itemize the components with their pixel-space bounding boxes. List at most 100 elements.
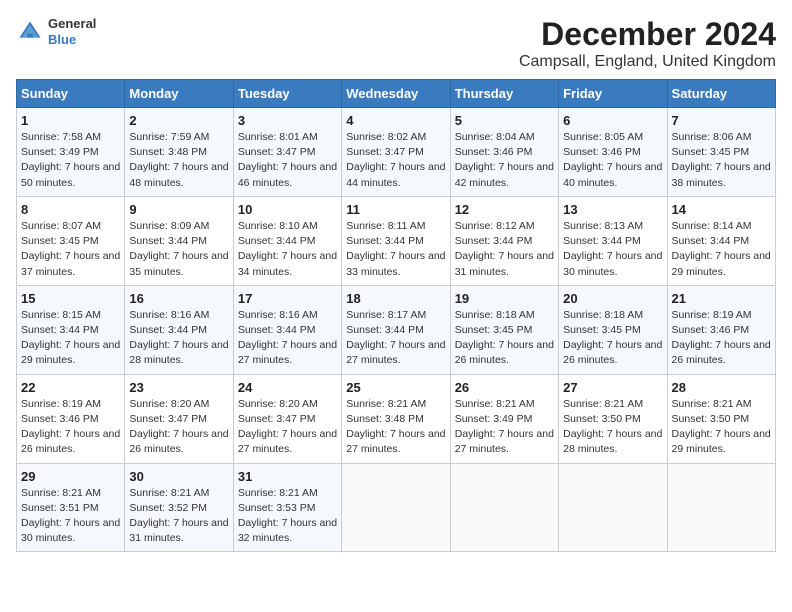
empty-cell [342, 463, 450, 552]
page-subtitle: Campsall, England, United Kingdom [519, 53, 776, 71]
day-number: 20 [563, 291, 662, 306]
table-row: 15 Sunrise: 8:15 AM Sunset: 3:44 PM Dayl… [17, 285, 125, 374]
day-number: 26 [455, 380, 554, 395]
table-row: 20 Sunrise: 8:18 AM Sunset: 3:45 PM Dayl… [559, 285, 667, 374]
day-info: Sunrise: 7:58 AM Sunset: 3:49 PM Dayligh… [21, 130, 120, 191]
day-info: Sunrise: 8:20 AM Sunset: 3:47 PM Dayligh… [129, 397, 228, 458]
table-row: 7 Sunrise: 8:06 AM Sunset: 3:45 PM Dayli… [667, 108, 775, 197]
table-row: 2 Sunrise: 7:59 AM Sunset: 3:48 PM Dayli… [125, 108, 233, 197]
day-number: 27 [563, 380, 662, 395]
day-info: Sunrise: 8:18 AM Sunset: 3:45 PM Dayligh… [455, 308, 554, 369]
logo-icon [16, 18, 44, 46]
col-tuesday: Tuesday [233, 80, 341, 108]
day-info: Sunrise: 8:16 AM Sunset: 3:44 PM Dayligh… [129, 308, 228, 369]
table-row: 13 Sunrise: 8:13 AM Sunset: 3:44 PM Dayl… [559, 196, 667, 285]
table-row: 26 Sunrise: 8:21 AM Sunset: 3:49 PM Dayl… [450, 374, 558, 463]
day-number: 7 [672, 113, 771, 128]
day-info: Sunrise: 8:10 AM Sunset: 3:44 PM Dayligh… [238, 219, 337, 280]
day-info: Sunrise: 8:15 AM Sunset: 3:44 PM Dayligh… [21, 308, 120, 369]
day-info: Sunrise: 8:14 AM Sunset: 3:44 PM Dayligh… [672, 219, 771, 280]
table-row: 30 Sunrise: 8:21 AM Sunset: 3:52 PM Dayl… [125, 463, 233, 552]
table-row: 22 Sunrise: 8:19 AM Sunset: 3:46 PM Dayl… [17, 374, 125, 463]
day-number: 30 [129, 469, 228, 484]
day-number: 25 [346, 380, 445, 395]
day-info: Sunrise: 8:01 AM Sunset: 3:47 PM Dayligh… [238, 130, 337, 191]
day-number: 11 [346, 202, 445, 217]
day-number: 1 [21, 113, 120, 128]
col-sunday: Sunday [17, 80, 125, 108]
calendar-week-row: 29 Sunrise: 8:21 AM Sunset: 3:51 PM Dayl… [17, 463, 776, 552]
day-number: 9 [129, 202, 228, 217]
table-row: 12 Sunrise: 8:12 AM Sunset: 3:44 PM Dayl… [450, 196, 558, 285]
logo-text: General Blue [48, 16, 96, 47]
day-number: 15 [21, 291, 120, 306]
col-wednesday: Wednesday [342, 80, 450, 108]
empty-cell [450, 463, 558, 552]
col-friday: Friday [559, 80, 667, 108]
calendar-table: Sunday Monday Tuesday Wednesday Thursday… [16, 79, 776, 552]
table-row: 16 Sunrise: 8:16 AM Sunset: 3:44 PM Dayl… [125, 285, 233, 374]
calendar-header-row: Sunday Monday Tuesday Wednesday Thursday… [17, 80, 776, 108]
day-info: Sunrise: 8:13 AM Sunset: 3:44 PM Dayligh… [563, 219, 662, 280]
day-info: Sunrise: 8:21 AM Sunset: 3:53 PM Dayligh… [238, 486, 337, 547]
day-info: Sunrise: 8:02 AM Sunset: 3:47 PM Dayligh… [346, 130, 445, 191]
table-row: 27 Sunrise: 8:21 AM Sunset: 3:50 PM Dayl… [559, 374, 667, 463]
day-info: Sunrise: 8:21 AM Sunset: 3:52 PM Dayligh… [129, 486, 228, 547]
table-row: 9 Sunrise: 8:09 AM Sunset: 3:44 PM Dayli… [125, 196, 233, 285]
table-row: 28 Sunrise: 8:21 AM Sunset: 3:50 PM Dayl… [667, 374, 775, 463]
day-info: Sunrise: 8:06 AM Sunset: 3:45 PM Dayligh… [672, 130, 771, 191]
table-row: 14 Sunrise: 8:14 AM Sunset: 3:44 PM Dayl… [667, 196, 775, 285]
day-number: 4 [346, 113, 445, 128]
title-block: December 2024 Campsall, England, United … [519, 16, 776, 71]
table-row: 19 Sunrise: 8:18 AM Sunset: 3:45 PM Dayl… [450, 285, 558, 374]
day-number: 2 [129, 113, 228, 128]
day-info: Sunrise: 8:04 AM Sunset: 3:46 PM Dayligh… [455, 130, 554, 191]
day-number: 18 [346, 291, 445, 306]
day-info: Sunrise: 8:12 AM Sunset: 3:44 PM Dayligh… [455, 219, 554, 280]
day-info: Sunrise: 8:19 AM Sunset: 3:46 PM Dayligh… [672, 308, 771, 369]
empty-cell [559, 463, 667, 552]
day-number: 23 [129, 380, 228, 395]
day-info: Sunrise: 8:18 AM Sunset: 3:45 PM Dayligh… [563, 308, 662, 369]
day-info: Sunrise: 7:59 AM Sunset: 3:48 PM Dayligh… [129, 130, 228, 191]
col-monday: Monday [125, 80, 233, 108]
calendar-week-row: 22 Sunrise: 8:19 AM Sunset: 3:46 PM Dayl… [17, 374, 776, 463]
page-title: December 2024 [519, 16, 776, 53]
day-info: Sunrise: 8:16 AM Sunset: 3:44 PM Dayligh… [238, 308, 337, 369]
table-row: 1 Sunrise: 7:58 AM Sunset: 3:49 PM Dayli… [17, 108, 125, 197]
col-thursday: Thursday [450, 80, 558, 108]
day-info: Sunrise: 8:21 AM Sunset: 3:49 PM Dayligh… [455, 397, 554, 458]
day-info: Sunrise: 8:17 AM Sunset: 3:44 PM Dayligh… [346, 308, 445, 369]
table-row: 4 Sunrise: 8:02 AM Sunset: 3:47 PM Dayli… [342, 108, 450, 197]
table-row: 11 Sunrise: 8:11 AM Sunset: 3:44 PM Dayl… [342, 196, 450, 285]
table-row: 29 Sunrise: 8:21 AM Sunset: 3:51 PM Dayl… [17, 463, 125, 552]
day-number: 28 [672, 380, 771, 395]
table-row: 21 Sunrise: 8:19 AM Sunset: 3:46 PM Dayl… [667, 285, 775, 374]
day-number: 8 [21, 202, 120, 217]
table-row: 18 Sunrise: 8:17 AM Sunset: 3:44 PM Dayl… [342, 285, 450, 374]
table-row: 6 Sunrise: 8:05 AM Sunset: 3:46 PM Dayli… [559, 108, 667, 197]
day-info: Sunrise: 8:21 AM Sunset: 3:50 PM Dayligh… [672, 397, 771, 458]
day-info: Sunrise: 8:20 AM Sunset: 3:47 PM Dayligh… [238, 397, 337, 458]
day-info: Sunrise: 8:21 AM Sunset: 3:51 PM Dayligh… [21, 486, 120, 547]
day-number: 31 [238, 469, 337, 484]
day-number: 29 [21, 469, 120, 484]
day-number: 24 [238, 380, 337, 395]
table-row: 17 Sunrise: 8:16 AM Sunset: 3:44 PM Dayl… [233, 285, 341, 374]
day-number: 5 [455, 113, 554, 128]
day-number: 12 [455, 202, 554, 217]
col-saturday: Saturday [667, 80, 775, 108]
logo: General Blue [16, 16, 96, 47]
table-row: 8 Sunrise: 8:07 AM Sunset: 3:45 PM Dayli… [17, 196, 125, 285]
day-number: 21 [672, 291, 771, 306]
calendar-week-row: 8 Sunrise: 8:07 AM Sunset: 3:45 PM Dayli… [17, 196, 776, 285]
day-number: 3 [238, 113, 337, 128]
day-info: Sunrise: 8:07 AM Sunset: 3:45 PM Dayligh… [21, 219, 120, 280]
day-info: Sunrise: 8:19 AM Sunset: 3:46 PM Dayligh… [21, 397, 120, 458]
calendar-week-row: 15 Sunrise: 8:15 AM Sunset: 3:44 PM Dayl… [17, 285, 776, 374]
day-number: 6 [563, 113, 662, 128]
table-row: 23 Sunrise: 8:20 AM Sunset: 3:47 PM Dayl… [125, 374, 233, 463]
table-row: 3 Sunrise: 8:01 AM Sunset: 3:47 PM Dayli… [233, 108, 341, 197]
table-row: 5 Sunrise: 8:04 AM Sunset: 3:46 PM Dayli… [450, 108, 558, 197]
calendar-week-row: 1 Sunrise: 7:58 AM Sunset: 3:49 PM Dayli… [17, 108, 776, 197]
